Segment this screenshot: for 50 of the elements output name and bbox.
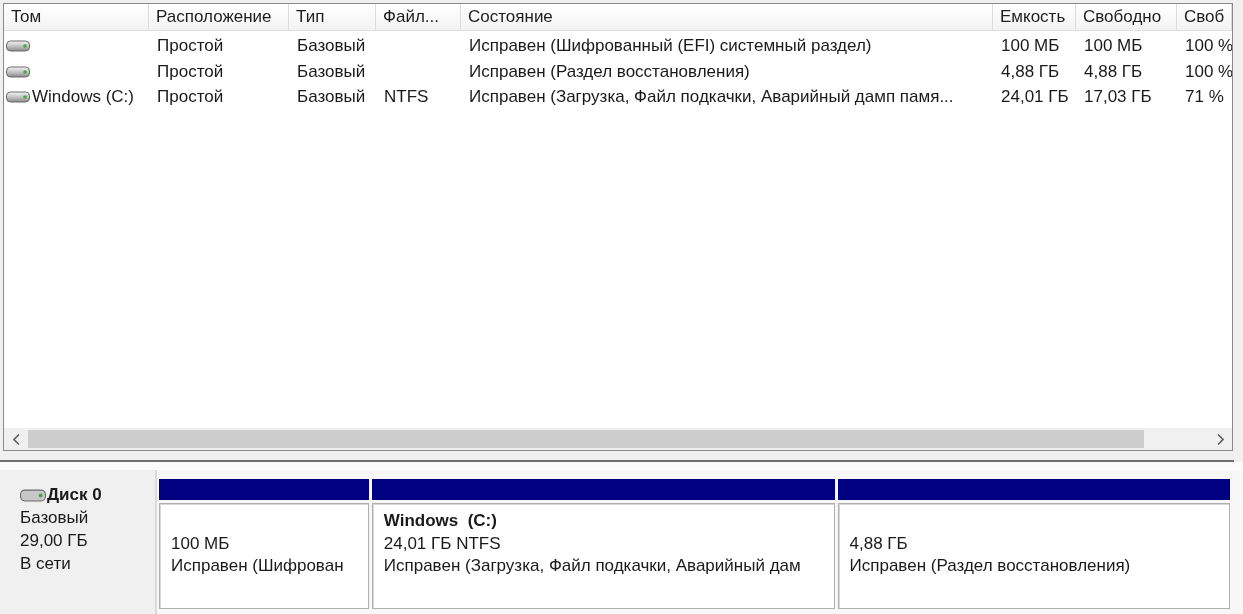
drive-icon xyxy=(6,39,30,52)
table-cell: 100 % xyxy=(1185,61,1232,82)
column-header[interactable]: Своб xyxy=(1177,4,1232,30)
table-cell: Исправен (Шифрованный (EFI) системный раздел) xyxy=(469,35,872,56)
chevron-right-icon xyxy=(1216,433,1224,445)
table-cell: Базовый xyxy=(297,61,366,82)
volume-name: Windows (C:) xyxy=(32,87,134,108)
table-cell: Базовый xyxy=(297,35,366,56)
column-header[interactable]: Емкость xyxy=(993,4,1076,30)
scrollbar-thumb[interactable] xyxy=(28,430,1144,448)
table-cell: NTFS xyxy=(384,87,429,108)
partition-size: 100 МБ xyxy=(171,532,230,555)
table-cell: 100 МБ xyxy=(1084,35,1143,56)
disk-info-panel[interactable]: Диск 0 Базовый 29,00 ГБ В сети xyxy=(0,470,157,614)
partition-box[interactable]: Windows (C:) 24,01 ГБ NTFS Исправен (Загрузка, Файл подкачки, Аварийный дам xyxy=(371,503,835,609)
disk-status: В сети xyxy=(20,553,71,575)
column-header[interactable]: Свободно xyxy=(1076,4,1177,30)
column-header[interactable]: Расположение xyxy=(149,4,289,30)
partition-status: Исправен (Загрузка, Файл подкачки, Аварийный дам xyxy=(383,555,801,577)
partition-size: 24,01 ГБ NTFS xyxy=(383,532,501,555)
table-cell: Исправен (Загрузка, Файл подкачки, Аварийный дамп памя... xyxy=(469,87,954,108)
partition-status: Исправен (Шифрован xyxy=(171,555,344,577)
partition-label: Windows (C:) xyxy=(383,510,497,532)
table-cell: 17,03 ГБ xyxy=(1084,87,1152,108)
table-cell: 100 МБ xyxy=(1001,35,1060,56)
table-cell: 4,88 ГБ xyxy=(1001,61,1060,82)
chevron-left-icon xyxy=(12,433,20,445)
table-cell: Простой xyxy=(157,87,224,108)
partition-box[interactable]: 100 МБ Исправен (Шифрован xyxy=(159,503,369,609)
table-cell: 24,01 ГБ xyxy=(1001,87,1069,108)
column-header[interactable]: Том xyxy=(4,4,149,30)
table-cell: Исправен (Раздел восстановления) xyxy=(469,61,750,82)
disk-size: 29,00 ГБ xyxy=(20,530,88,552)
partition-status: Исправен (Раздел восстановления) xyxy=(849,555,1131,577)
drive-icon xyxy=(20,488,46,502)
partition-box[interactable]: 4,88 ГБ Исправен (Раздел восстановления) xyxy=(837,503,1230,609)
disk-type: Базовый xyxy=(20,507,89,529)
table-cell: Простой xyxy=(157,61,224,82)
table-cell: 71 % xyxy=(1185,87,1224,108)
partition-size: 4,88 ГБ xyxy=(849,532,908,555)
table-cell: Базовый xyxy=(297,87,366,108)
drive-icon xyxy=(6,65,30,78)
table-cell: 4,88 ГБ xyxy=(1084,61,1143,82)
drive-icon xyxy=(6,91,30,104)
disk-name: Диск 0 xyxy=(47,485,102,505)
table-cell: 100 % xyxy=(1185,35,1232,56)
column-header[interactable]: Тип xyxy=(289,4,376,30)
column-header[interactable]: Файл... xyxy=(376,4,461,30)
column-header[interactable]: Состояние xyxy=(461,4,993,30)
table-cell: Простой xyxy=(157,35,224,56)
